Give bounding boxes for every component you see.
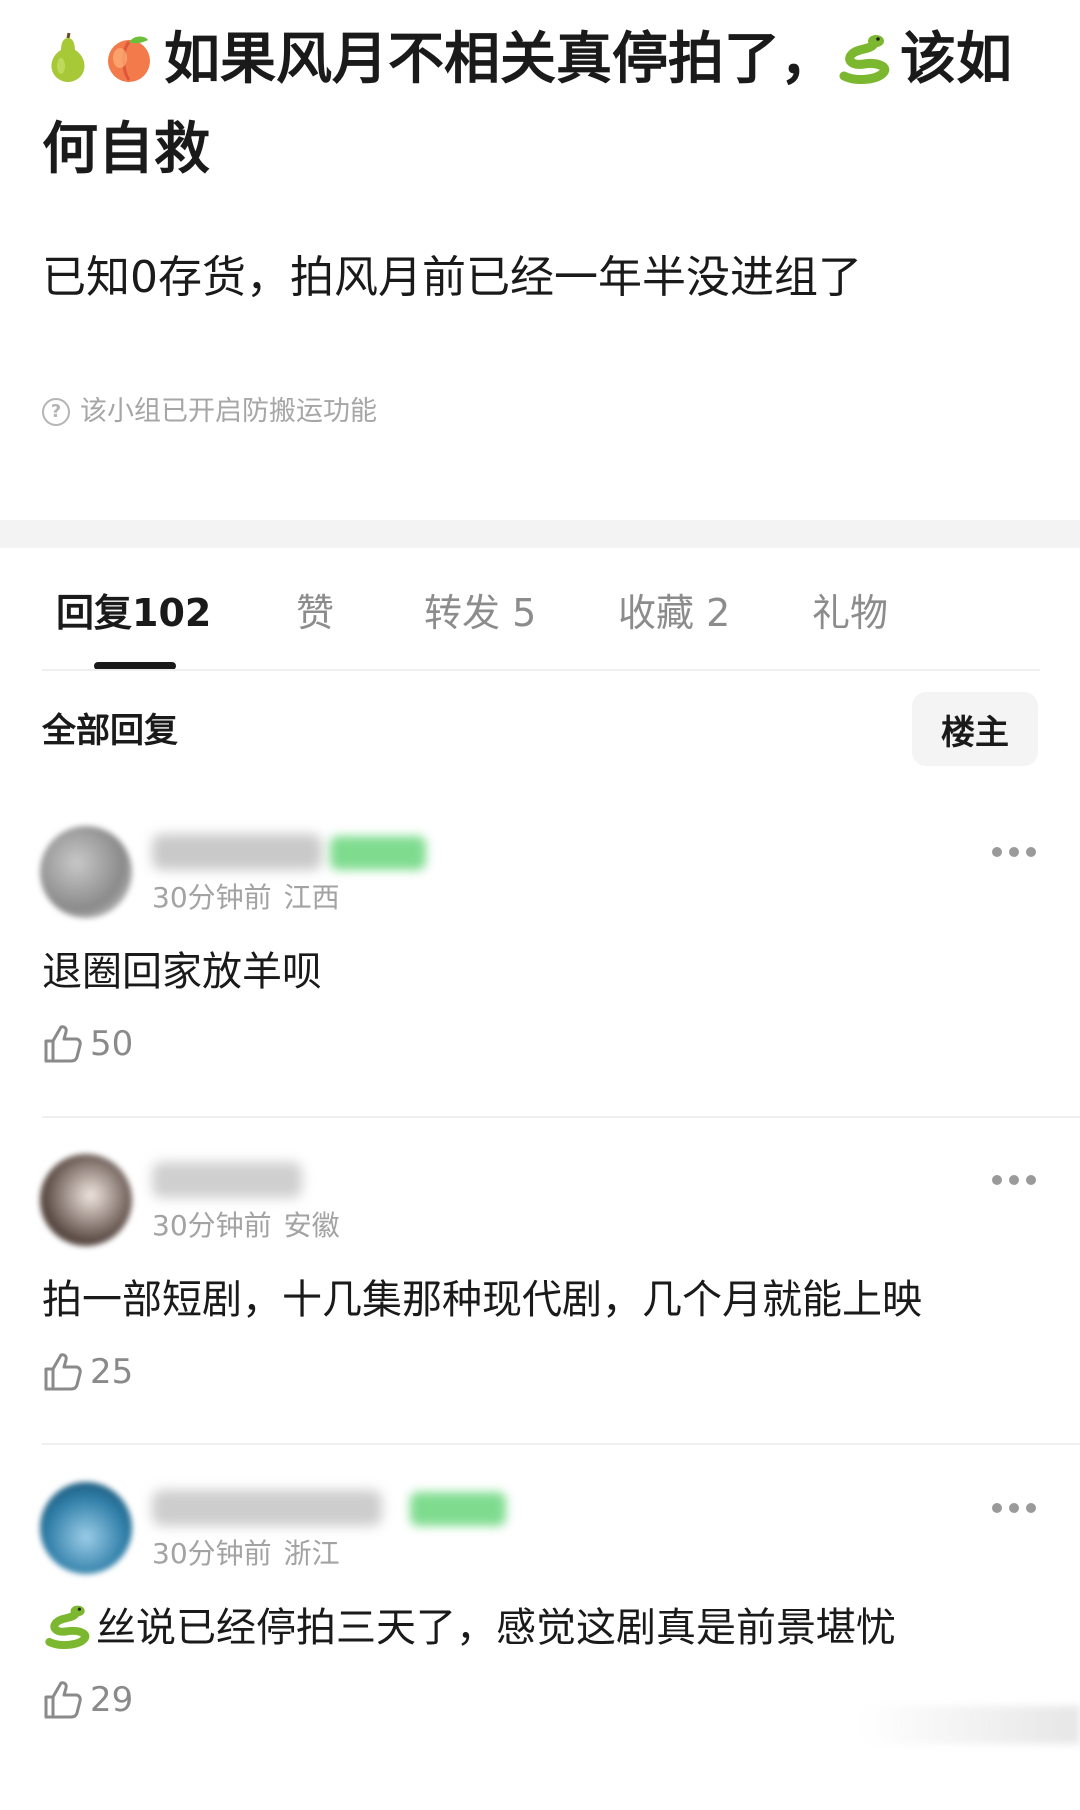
comment-divider (42, 1116, 1080, 1118)
post-header: 如果风月不相关真停拍了， 该如何自救 已知0存货，拍风月前已经一年半没进组了 ?… (0, 0, 1080, 520)
snake-emoji-icon (42, 1603, 92, 1666)
reaction-tabs: 回复102 赞 转发 5 收藏 2 礼物 (0, 548, 1080, 670)
comment-location: 安徽 (283, 1209, 340, 1242)
peach-emoji-icon (102, 24, 156, 108)
comment-text-body: 丝说已经停拍三天了，感觉这剧真是前景堪忧 (96, 1605, 896, 1651)
tab-count: 102 (132, 591, 212, 635)
comment-item: 30分钟前 江西 退圈回家放羊呗 50 (0, 826, 1080, 1154)
tab-label: 回复 (56, 591, 133, 635)
username-blurred[interactable] (152, 1490, 382, 1526)
notice-text: 该小组已开启防搬运功能 (80, 396, 377, 427)
question-circle-icon: ? (42, 398, 70, 426)
user-badge (330, 836, 426, 870)
comment-location: 浙江 (283, 1537, 340, 1570)
comment-text: 退圈回家放羊呗 (42, 949, 322, 995)
tab-label: 收藏 (618, 591, 695, 635)
avatar[interactable] (40, 1482, 132, 1574)
comment-text: 拍一部短剧，十几集那种现代剧，几个月就能上映 (42, 1277, 922, 1323)
tab-gifts[interactable]: 礼物 (812, 588, 888, 638)
op-only-button[interactable]: 楼主 (912, 692, 1038, 766)
comment-divider (42, 1443, 1080, 1445)
like-count: 25 (90, 1352, 134, 1392)
username-blurred[interactable] (152, 1162, 302, 1198)
comment-time: 30分钟前 (152, 1537, 272, 1570)
snake-emoji-icon (836, 24, 892, 108)
like-button[interactable]: 29 (42, 1678, 133, 1722)
username-blurred[interactable] (152, 834, 322, 870)
user-badge (410, 1492, 506, 1526)
post-title: 如果风月不相关真停拍了， 该如何自救 (42, 18, 1022, 192)
reply-filter-row: 全部回复 楼主 (0, 690, 1080, 770)
more-options-icon[interactable] (992, 846, 1036, 858)
more-options-icon[interactable] (992, 1174, 1036, 1186)
avatar[interactable] (40, 826, 132, 918)
thumbs-up-icon (44, 1025, 82, 1063)
more-options-icon[interactable] (992, 1502, 1036, 1514)
all-replies-label: 全部回复 (42, 711, 178, 751)
comment-meta: 30分钟前 浙江 (152, 1534, 340, 1574)
pear-emoji-icon (42, 24, 94, 108)
tab-likes[interactable]: 赞 (296, 588, 334, 638)
tab-label: 转发 (424, 591, 501, 635)
section-divider (0, 520, 1080, 548)
like-button[interactable]: 25 (42, 1350, 133, 1394)
comment-location: 江西 (283, 881, 340, 914)
comment-meta: 30分钟前 安徽 (152, 1206, 340, 1246)
tabs-divider (42, 669, 1040, 671)
comment-meta: 30分钟前 江西 (152, 878, 340, 918)
thumbs-up-icon (44, 1353, 82, 1391)
anti-repost-notice: ? 该小组已开启防搬运功能 (42, 392, 377, 432)
comment-time: 30分钟前 (152, 881, 272, 914)
tab-label: 礼物 (812, 591, 889, 635)
comment-text: 丝说已经停拍三天了，感觉这剧真是前景堪忧 (42, 1598, 896, 1666)
like-count: 29 (90, 1680, 134, 1720)
tab-reposts[interactable]: 转发 5 (424, 588, 536, 638)
tab-replies[interactable]: 回复102 (56, 588, 211, 638)
post-title-main: 如果风月不相关真停拍了， (164, 27, 836, 92)
tab-count: 2 (706, 591, 731, 635)
tab-favorites[interactable]: 收藏 2 (618, 588, 730, 638)
comment-item: 30分钟前 浙江 丝说已经停拍三天了，感觉这剧真是前景堪忧 29 (0, 1482, 1080, 1810)
avatar[interactable] (40, 1154, 132, 1246)
tab-label: 赞 (296, 591, 335, 635)
thumbs-up-icon (44, 1681, 82, 1719)
comment-item: 30分钟前 安徽 拍一部短剧，十几集那种现代剧，几个月就能上映 25 (0, 1154, 1080, 1482)
watermark-strip (860, 1706, 1080, 1744)
like-count: 50 (90, 1024, 134, 1064)
tab-count: 5 (512, 591, 537, 635)
like-button[interactable]: 50 (42, 1022, 133, 1066)
comment-time: 30分钟前 (152, 1209, 272, 1242)
post-body: 已知0存货，拍风月前已经一年半没进组了 (42, 252, 862, 303)
